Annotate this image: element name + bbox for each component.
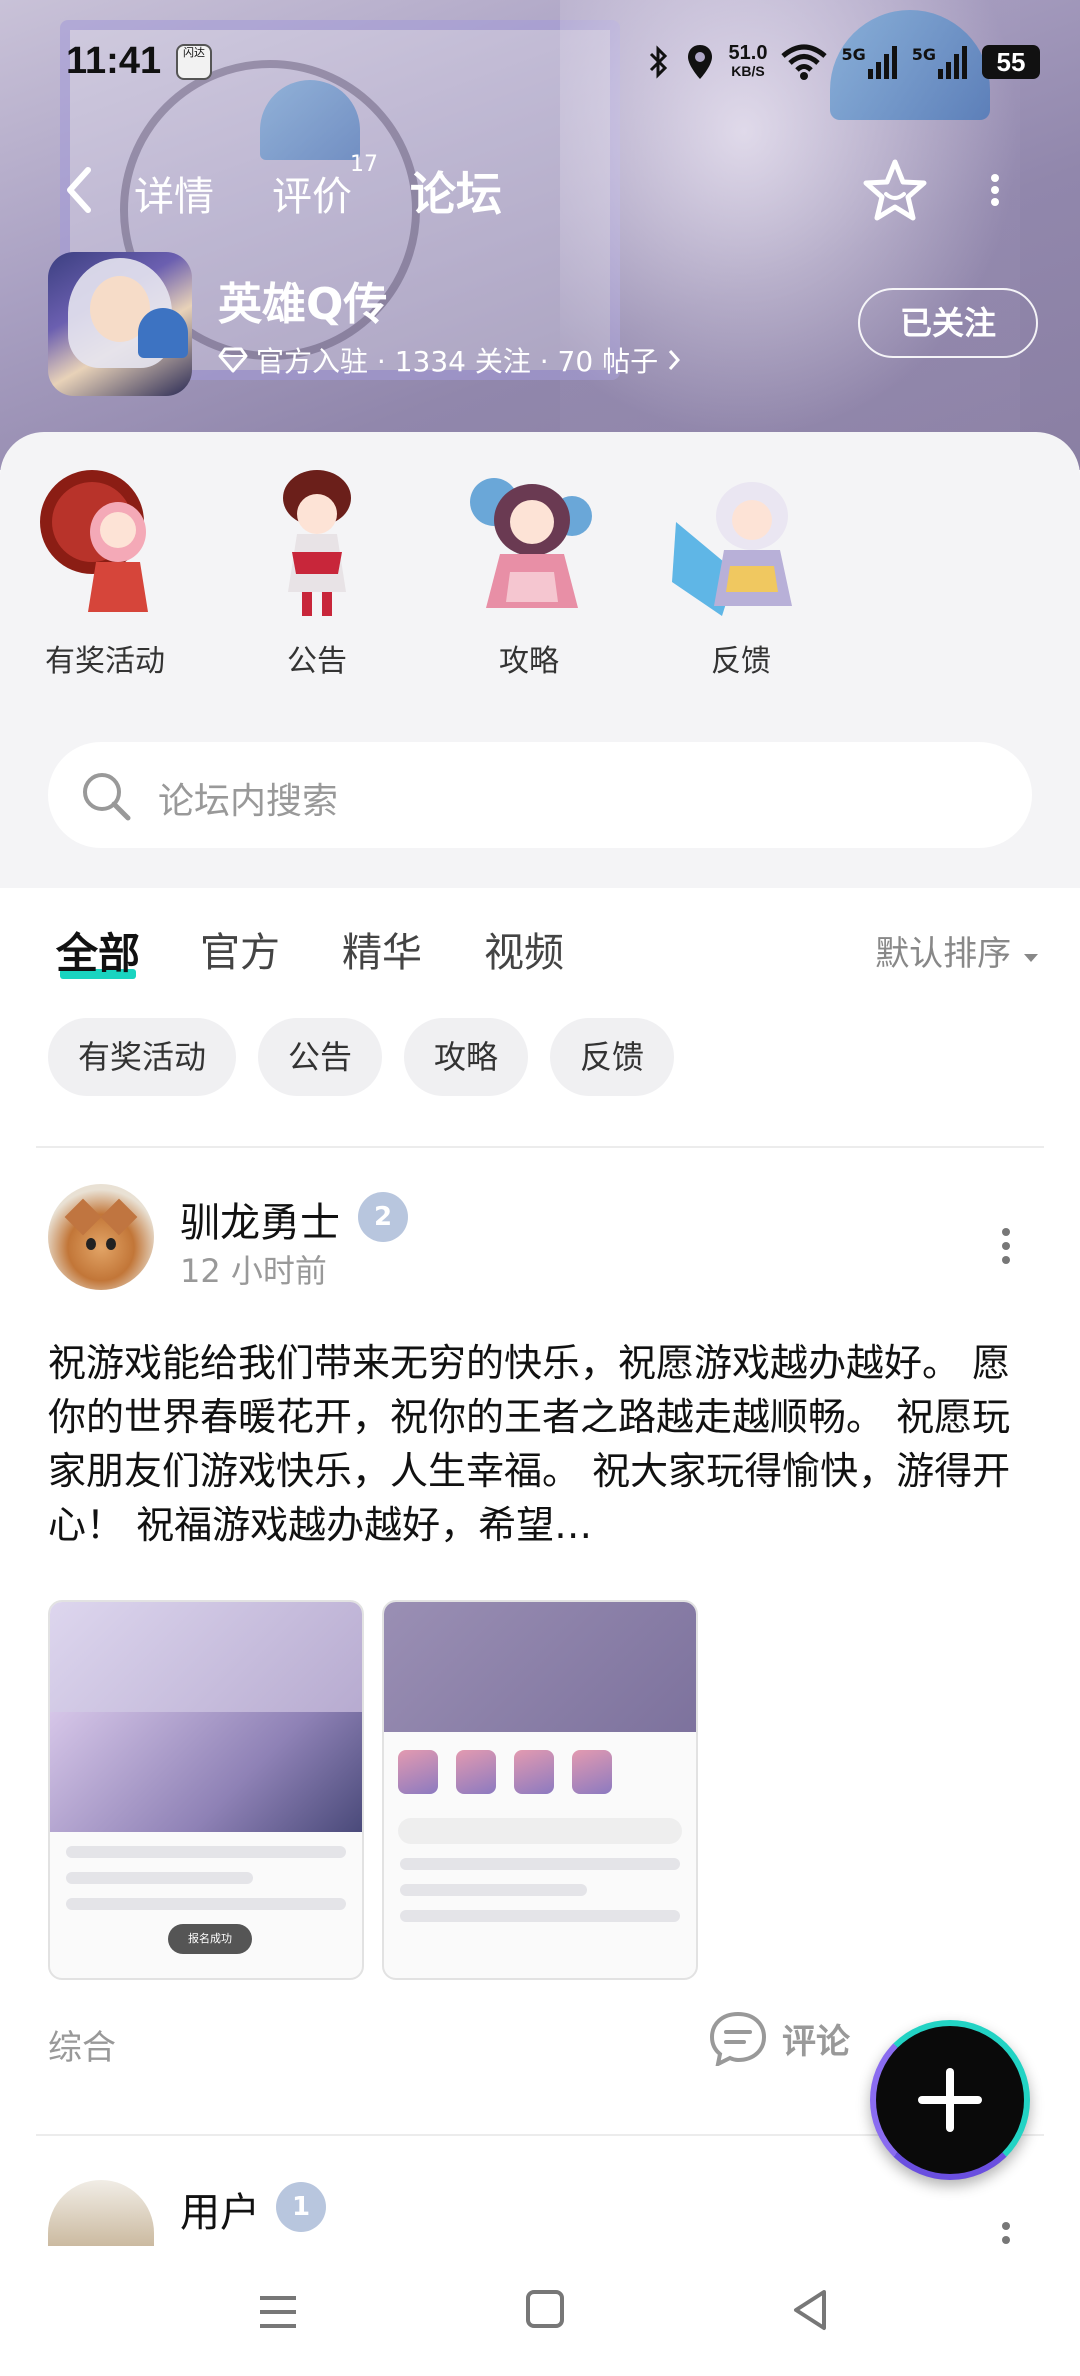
category-announcements[interactable]: 公告 [242, 462, 392, 680]
filter-tab-official[interactable]: 官方 [200, 920, 280, 978]
caret-down-icon [1024, 954, 1038, 962]
network-speed: 51.0 KB/S [728, 42, 768, 79]
diamond-icon [218, 347, 248, 373]
tab-forum[interactable]: 论坛 [410, 158, 502, 224]
post-image-1[interactable]: 报名成功 [48, 1600, 364, 1980]
game-icon[interactable] [48, 252, 192, 396]
signal-2: 5G [912, 45, 968, 79]
post-author[interactable]: 用户 [180, 2180, 260, 2238]
announcement-character-icon [242, 462, 392, 622]
new-post-button[interactable] [870, 2020, 1030, 2180]
category-row: 有奖活动 公告 攻略 反馈 [30, 462, 816, 680]
comment-button[interactable]: 评论 [708, 2010, 850, 2066]
chip-row: 有奖活动 公告 攻略 反馈 [48, 1018, 675, 1096]
comment-icon [709, 2011, 767, 2066]
category-guides[interactable]: 攻略 [454, 462, 604, 680]
search-bar[interactable]: 论坛内搜索 [48, 742, 1032, 848]
forum-panel: 有奖活动 公告 攻略 反馈 论坛内搜索 [0, 432, 1080, 888]
menu-icon[interactable] [258, 2294, 298, 2330]
wifi-icon [781, 44, 828, 80]
signal-bars-icon [938, 46, 967, 79]
back-icon[interactable] [56, 160, 106, 220]
tab-reviews[interactable]: 评价 [272, 164, 352, 222]
more-icon[interactable] [998, 1226, 1014, 1266]
tab-forum-label: 论坛 [410, 167, 502, 221]
back-triangle-icon[interactable] [790, 2288, 830, 2332]
chip-feedback[interactable]: 反馈 [550, 1018, 675, 1096]
status-icons: 51.0 KB/S 5G 5G 55 [647, 42, 1040, 82]
post-image-2[interactable] [382, 1600, 698, 1980]
chevron-right-icon [668, 350, 681, 370]
category-label: 反馈 [711, 644, 771, 679]
game-info: 英雄Q传 官方入驻 · 1334 关注 · 70 帖子 已关注 [48, 252, 1038, 396]
home-icon[interactable] [526, 2290, 564, 2328]
battery-indicator: 55 [982, 45, 1040, 79]
avatar[interactable] [48, 1184, 154, 1290]
top-nav: 详情 评价 17 论坛 [0, 150, 1080, 230]
status-bar: 11:41 闪达 51.0 KB/S 5G 5G 55 [0, 38, 1080, 88]
post-images: 报名成功 [48, 1600, 698, 1980]
category-label: 有奖活动 [45, 644, 165, 679]
tab-details[interactable]: 详情 [134, 164, 214, 222]
filter-tab-video[interactable]: 视频 [484, 920, 564, 978]
game-name: 英雄Q传 [218, 279, 388, 330]
filter-tab-all[interactable]: 全部 [56, 920, 140, 981]
signal-bars-icon [867, 46, 897, 79]
category-label: 攻略 [499, 644, 559, 679]
user-level-badge: 2 [358, 1192, 408, 1242]
guide-character-icon [454, 462, 604, 622]
search-placeholder: 论坛内搜索 [158, 781, 339, 822]
game-meta-text: 官方入驻 · 1334 关注 · 70 帖子 [256, 345, 659, 378]
follow-button[interactable]: 已关注 [858, 288, 1038, 358]
game-meta[interactable]: 官方入驻 · 1334 关注 · 70 帖子 [218, 340, 682, 380]
bluetooth-icon [649, 45, 667, 79]
filter-tab-featured[interactable]: 精华 [342, 920, 422, 978]
chip-guides[interactable]: 攻略 [404, 1018, 529, 1096]
search-icon [83, 773, 131, 821]
post-text[interactable]: 祝游戏能给我们带来无穷的快乐，祝愿游戏越办越好。 愿你的世界春暖花开，祝你的王者… [48, 1336, 1028, 1552]
divider [36, 1146, 1044, 1148]
header-banner: 11:41 闪达 51.0 KB/S 5G 5G 55 详情 评价 17 论坛 … [0, 0, 1080, 470]
category-label: 公告 [287, 644, 347, 679]
status-time: 11:41 [66, 40, 162, 82]
star-icon[interactable] [860, 156, 930, 226]
post-author[interactable]: 驯龙勇士 [180, 1190, 340, 1248]
post-category[interactable]: 综合 [48, 2020, 116, 2069]
sort-dropdown[interactable]: 默认排序 [875, 926, 1040, 975]
category-rewards[interactable]: 有奖活动 [30, 462, 180, 680]
post-time: 12 小时前 [180, 1252, 327, 1290]
review-count-badge: 17 [350, 152, 378, 177]
chip-announcements[interactable]: 公告 [258, 1018, 383, 1096]
more-icon[interactable] [980, 170, 1010, 210]
filter-tabs: 全部 官方 精华 视频 默认排序 [56, 920, 1040, 980]
location-icon [687, 45, 712, 79]
toast-pill: 报名成功 [168, 1924, 252, 1954]
rewards-character-icon [30, 462, 180, 622]
feedback-character-icon [666, 462, 816, 622]
signal-1: 5G [841, 45, 897, 79]
avatar[interactable] [48, 2180, 154, 2250]
category-feedback[interactable]: 反馈 [666, 462, 816, 680]
notification-app-icon: 闪达 [176, 44, 212, 80]
chip-rewards[interactable]: 有奖活动 [48, 1018, 237, 1096]
post-card[interactable]: 用户 1 [48, 2170, 1032, 2250]
user-level-badge: 1 [276, 2182, 326, 2232]
system-nav-bar [0, 2246, 1080, 2376]
